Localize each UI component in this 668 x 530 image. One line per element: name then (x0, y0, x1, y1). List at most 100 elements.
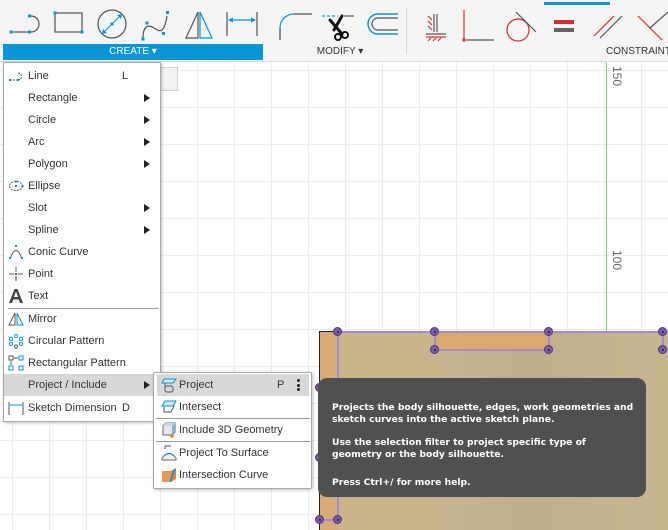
parallel-icon (593, 15, 623, 39)
menu-item-label: Circular Pattern (28, 335, 105, 347)
sketch-line-slot-bottom[interactable] (434, 349, 550, 351)
menu-item-label: Text (28, 290, 49, 302)
sketch-point[interactable] (544, 327, 553, 336)
spline-tool-button[interactable] (138, 6, 174, 42)
submenu-arrow-icon (144, 160, 150, 168)
menu-item-sketch-dimension[interactable]: Sketch Dimension D (4, 397, 160, 419)
submenu-item-intersect[interactable]: Intersect (157, 396, 309, 418)
menu-item-rectangular-pattern[interactable]: Rectangular Pattern (4, 352, 160, 374)
menu-item-arc[interactable]: Arc (4, 131, 160, 153)
menu-item-label: Ellipse (28, 180, 61, 192)
fillet-tool-button[interactable] (276, 6, 312, 42)
menu-item-label: Line (28, 70, 49, 82)
fillet-icon (279, 13, 312, 40)
constraints-group-label[interactable]: CONSTRAINTS (560, 44, 668, 60)
menu-item-slot[interactable]: Slot (4, 197, 160, 219)
menu-item-rectangle[interactable]: Rectangle (4, 87, 160, 109)
menu-item-label: Rectangle (28, 92, 78, 104)
line-tool-button[interactable] (6, 6, 42, 42)
app-window: 150 100 CREATE ▾ MODIFY ▾ CONSTRAINT Lin… (0, 0, 668, 530)
equal-icon (554, 20, 574, 32)
shortcut-label: D (122, 402, 130, 414)
sketch-point[interactable] (333, 515, 342, 524)
menu-item-circle[interactable]: Circle (4, 109, 160, 131)
intersect-icon (161, 400, 177, 413)
tooltip-description: Projects the body silhouette, edges, wor… (332, 402, 634, 425)
offset-icon (367, 13, 398, 35)
circle-icon (97, 9, 127, 39)
submenu-item-intersection-curve[interactable]: Intersection Curve (157, 464, 309, 486)
ruler-label-150: 150 (610, 66, 624, 87)
menu-item-label: Point (28, 268, 54, 280)
submenu-arrow-icon (144, 204, 150, 212)
menu-item-conic-curve[interactable]: Conic Curve (4, 241, 160, 263)
menu-item-spline[interactable]: Spline (4, 219, 160, 241)
equal-constraint-button[interactable] (546, 6, 582, 42)
fix-constraint-button[interactable] (418, 6, 454, 42)
create-dropdown-menu: Line L Rectangle Circle Arc Polygon Elli… (3, 62, 161, 422)
menu-item-project-include[interactable]: Project / Include (4, 374, 160, 396)
project-include-submenu: Project P Intersect Include 3D Geometry (153, 372, 312, 489)
coincident-constraint-button[interactable] (460, 6, 496, 42)
menu-item-label: Arc (28, 136, 45, 148)
menu-item-label: Include 3D Geometry (179, 424, 283, 436)
rectangle-tool-button[interactable] (50, 6, 86, 42)
menu-item-label: Spline (28, 224, 59, 236)
submenu-arrow-icon (144, 94, 150, 102)
coincident-icon (462, 10, 494, 42)
line-icon (9, 14, 40, 34)
sketch-point[interactable] (333, 327, 342, 336)
menu-item-circular-pattern[interactable]: Circular Pattern (4, 330, 160, 352)
menu-item-label: Project (179, 379, 214, 391)
menu-item-polygon[interactable]: Polygon (4, 153, 160, 175)
tangent-icon (506, 11, 537, 42)
sketch-point[interactable] (430, 327, 439, 336)
tooltip-usage: Use the selection filter to project spec… (332, 437, 586, 460)
text-icon (9, 289, 23, 303)
menu-item-label: Polygon (28, 158, 68, 170)
mirror-tool-button[interactable] (182, 6, 218, 42)
shortcut-label: L (122, 70, 129, 82)
sketch-line-top[interactable] (338, 331, 668, 333)
parallel-constraint-button[interactable] (590, 6, 626, 42)
perpendicular-constraint-button[interactable] (634, 6, 668, 42)
menu-item-ellipse[interactable]: Ellipse (4, 175, 160, 197)
menu-item-label: Intersect (179, 401, 222, 413)
circle-tool-button[interactable] (94, 6, 130, 42)
menu-item-line[interactable]: Line L (4, 65, 160, 87)
sketch-dimension-tool-button[interactable] (224, 6, 260, 42)
menu-item-text[interactable]: Text (4, 285, 160, 307)
submenu-item-project[interactable]: Project P (157, 374, 309, 396)
sketch-point[interactable] (430, 345, 439, 354)
submenu-arrow-icon (144, 381, 150, 389)
create-label: CREATE (109, 46, 149, 57)
sketch-point[interactable] (544, 345, 553, 354)
mirror-icon (185, 11, 213, 39)
shortcut-label: P (277, 379, 285, 391)
sketch-dimension-icon (8, 402, 24, 415)
caret-down-icon: ▾ (151, 46, 157, 57)
point-icon (9, 267, 23, 281)
active-tool-indicator (544, 2, 610, 5)
menu-item-label: Circle (28, 114, 57, 126)
rectangular-pattern-icon (8, 355, 24, 371)
circular-pattern-icon (8, 333, 24, 349)
submenu-item-project-to-surface[interactable]: Project To Surface (157, 442, 309, 464)
spline-icon (141, 11, 169, 41)
sketch-point[interactable] (658, 345, 667, 354)
offset-tool-button[interactable] (362, 6, 398, 42)
tangent-constraint-button[interactable] (502, 6, 538, 42)
menu-item-label: Mirror (28, 313, 57, 325)
body-slot-face (434, 331, 549, 350)
sketch-point[interactable] (658, 327, 667, 336)
project-to-surface-icon (161, 445, 177, 461)
sketch-dimension-icon (226, 12, 258, 36)
menu-item-point[interactable]: Point (4, 263, 160, 285)
menu-item-mirror[interactable]: Mirror (4, 308, 160, 330)
submenu-item-include-3d-geometry[interactable]: Include 3D Geometry (157, 419, 309, 441)
more-options-icon[interactable] (297, 379, 300, 391)
sketch-point[interactable] (315, 515, 324, 524)
trim-tool-button[interactable] (320, 6, 356, 42)
create-menu-button[interactable]: CREATE ▾ (3, 44, 263, 60)
modify-menu-button[interactable]: MODIFY ▾ (280, 44, 400, 60)
